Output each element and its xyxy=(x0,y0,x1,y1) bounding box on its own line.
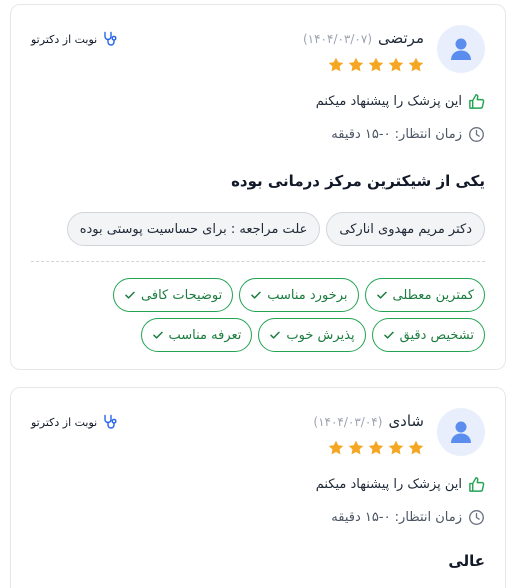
feedback-tag: تعرفه مناسب xyxy=(140,318,253,352)
star-icon xyxy=(367,56,385,74)
booking-source: نوبت از دکترتو xyxy=(31,31,118,47)
review-header: شادی (۱۴۰۴/۰۳/۰۴) نوبت از دکترتو xyxy=(31,408,485,468)
tag-label: توضیحات کافی xyxy=(141,287,223,303)
stethoscope-icon xyxy=(104,414,117,429)
thumbs-up-icon xyxy=(469,93,485,109)
review-info-chips: دکتر مریم مهدوی انارکی علت مراجعه : برای… xyxy=(66,212,485,246)
wait-time: زمان انتظار: ۰-۱۵ دقیقه xyxy=(331,510,462,525)
star-icon xyxy=(327,439,345,457)
check-icon xyxy=(124,289,136,301)
user-icon xyxy=(451,421,471,443)
review-date: (۱۴۰۴/۰۳/۰۷) xyxy=(302,32,372,46)
reviewer-line: شادی (۱۴۰۴/۰۳/۰۴) xyxy=(313,412,424,430)
feedback-tags: کمترین معطلی برخورد مناسب توضیحات کافی ت… xyxy=(71,278,485,352)
stethoscope-icon xyxy=(104,31,117,46)
recommend-row: این پزشک را پیشنهاد میکنم xyxy=(316,93,485,110)
recommend-text: این پزشک را پیشنهاد میکنم xyxy=(315,94,462,109)
reviewer-line: مرتضی (۱۴۰۴/۰۳/۰۷) xyxy=(303,29,424,47)
reviews-feed: مرتضی (۱۴۰۴/۰۳/۰۷) نوبت از دکترتو این پز… xyxy=(0,0,508,588)
review-card: مرتضی (۱۴۰۴/۰۳/۰۷) نوبت از دکترتو این پز… xyxy=(10,4,506,370)
feedback-tag: توضیحات کافی xyxy=(113,278,234,312)
feedback-tag: تشخیص دقیق xyxy=(371,318,485,352)
divider xyxy=(31,261,485,262)
tag-label: تشخیص دقیق xyxy=(399,327,474,343)
star-icon xyxy=(367,439,385,457)
reviewer-name: شادی xyxy=(388,412,424,430)
star-icon xyxy=(387,439,405,457)
star-icon xyxy=(347,56,365,74)
clock-icon xyxy=(469,510,484,525)
feedback-tag: برخورد مناسب xyxy=(239,278,359,312)
review-date: (۱۴۰۴/۰۳/۰۴) xyxy=(313,415,383,429)
tag-label: تعرفه مناسب xyxy=(168,327,242,343)
star-icon xyxy=(327,56,345,74)
avatar xyxy=(437,25,485,73)
tag-label: برخورد مناسب xyxy=(267,287,348,303)
rating-stars xyxy=(327,439,425,457)
check-icon xyxy=(376,289,388,301)
check-icon xyxy=(152,329,164,341)
booking-source: نوبت از دکترتو xyxy=(31,414,118,430)
clock-icon xyxy=(469,127,484,142)
star-icon xyxy=(387,56,405,74)
check-icon xyxy=(383,329,395,341)
star-icon xyxy=(347,439,365,457)
recommend-text: این پزشک را پیشنهاد میکنم xyxy=(315,477,462,492)
feedback-tag: پذیرش خوب xyxy=(258,318,366,352)
feedback-tag: کمترین معطلی xyxy=(364,278,485,312)
booking-label: نوبت از دکترتو xyxy=(31,415,98,429)
booking-label: نوبت از دکترتو xyxy=(31,32,98,46)
star-icon xyxy=(407,56,425,74)
user-icon xyxy=(451,38,471,60)
avatar xyxy=(437,408,485,456)
tag-label: پذیرش خوب xyxy=(286,327,355,343)
visit-reason-chip: علت مراجعه : برای حساسیت پوستی بوده xyxy=(66,212,321,246)
wait-row: زمان انتظار: ۰-۱۵ دقیقه xyxy=(331,509,485,526)
doctor-chip: دکتر مریم مهدوی انارکی xyxy=(326,212,485,246)
review-comment: عالی xyxy=(448,552,485,570)
check-icon xyxy=(250,289,262,301)
recommend-row: این پزشک را پیشنهاد میکنم xyxy=(316,476,485,493)
tag-label: کمترین معطلی xyxy=(392,287,475,303)
check-icon xyxy=(269,329,281,341)
review-comment: یکی از شیکترین مرکز درمانی بوده xyxy=(231,172,485,190)
star-icon xyxy=(407,439,425,457)
review-card: شادی (۱۴۰۴/۰۳/۰۴) نوبت از دکترتو این پزش… xyxy=(10,387,506,588)
review-header: مرتضی (۱۴۰۴/۰۳/۰۷) نوبت از دکترتو xyxy=(31,25,485,85)
reviewer-name: مرتضی xyxy=(378,29,424,47)
rating-stars xyxy=(327,56,425,74)
wait-time: زمان انتظار: ۰-۱۵ دقیقه xyxy=(331,127,462,142)
wait-row: زمان انتظار: ۰-۱۵ دقیقه xyxy=(331,126,485,143)
thumbs-up-icon xyxy=(469,476,485,492)
